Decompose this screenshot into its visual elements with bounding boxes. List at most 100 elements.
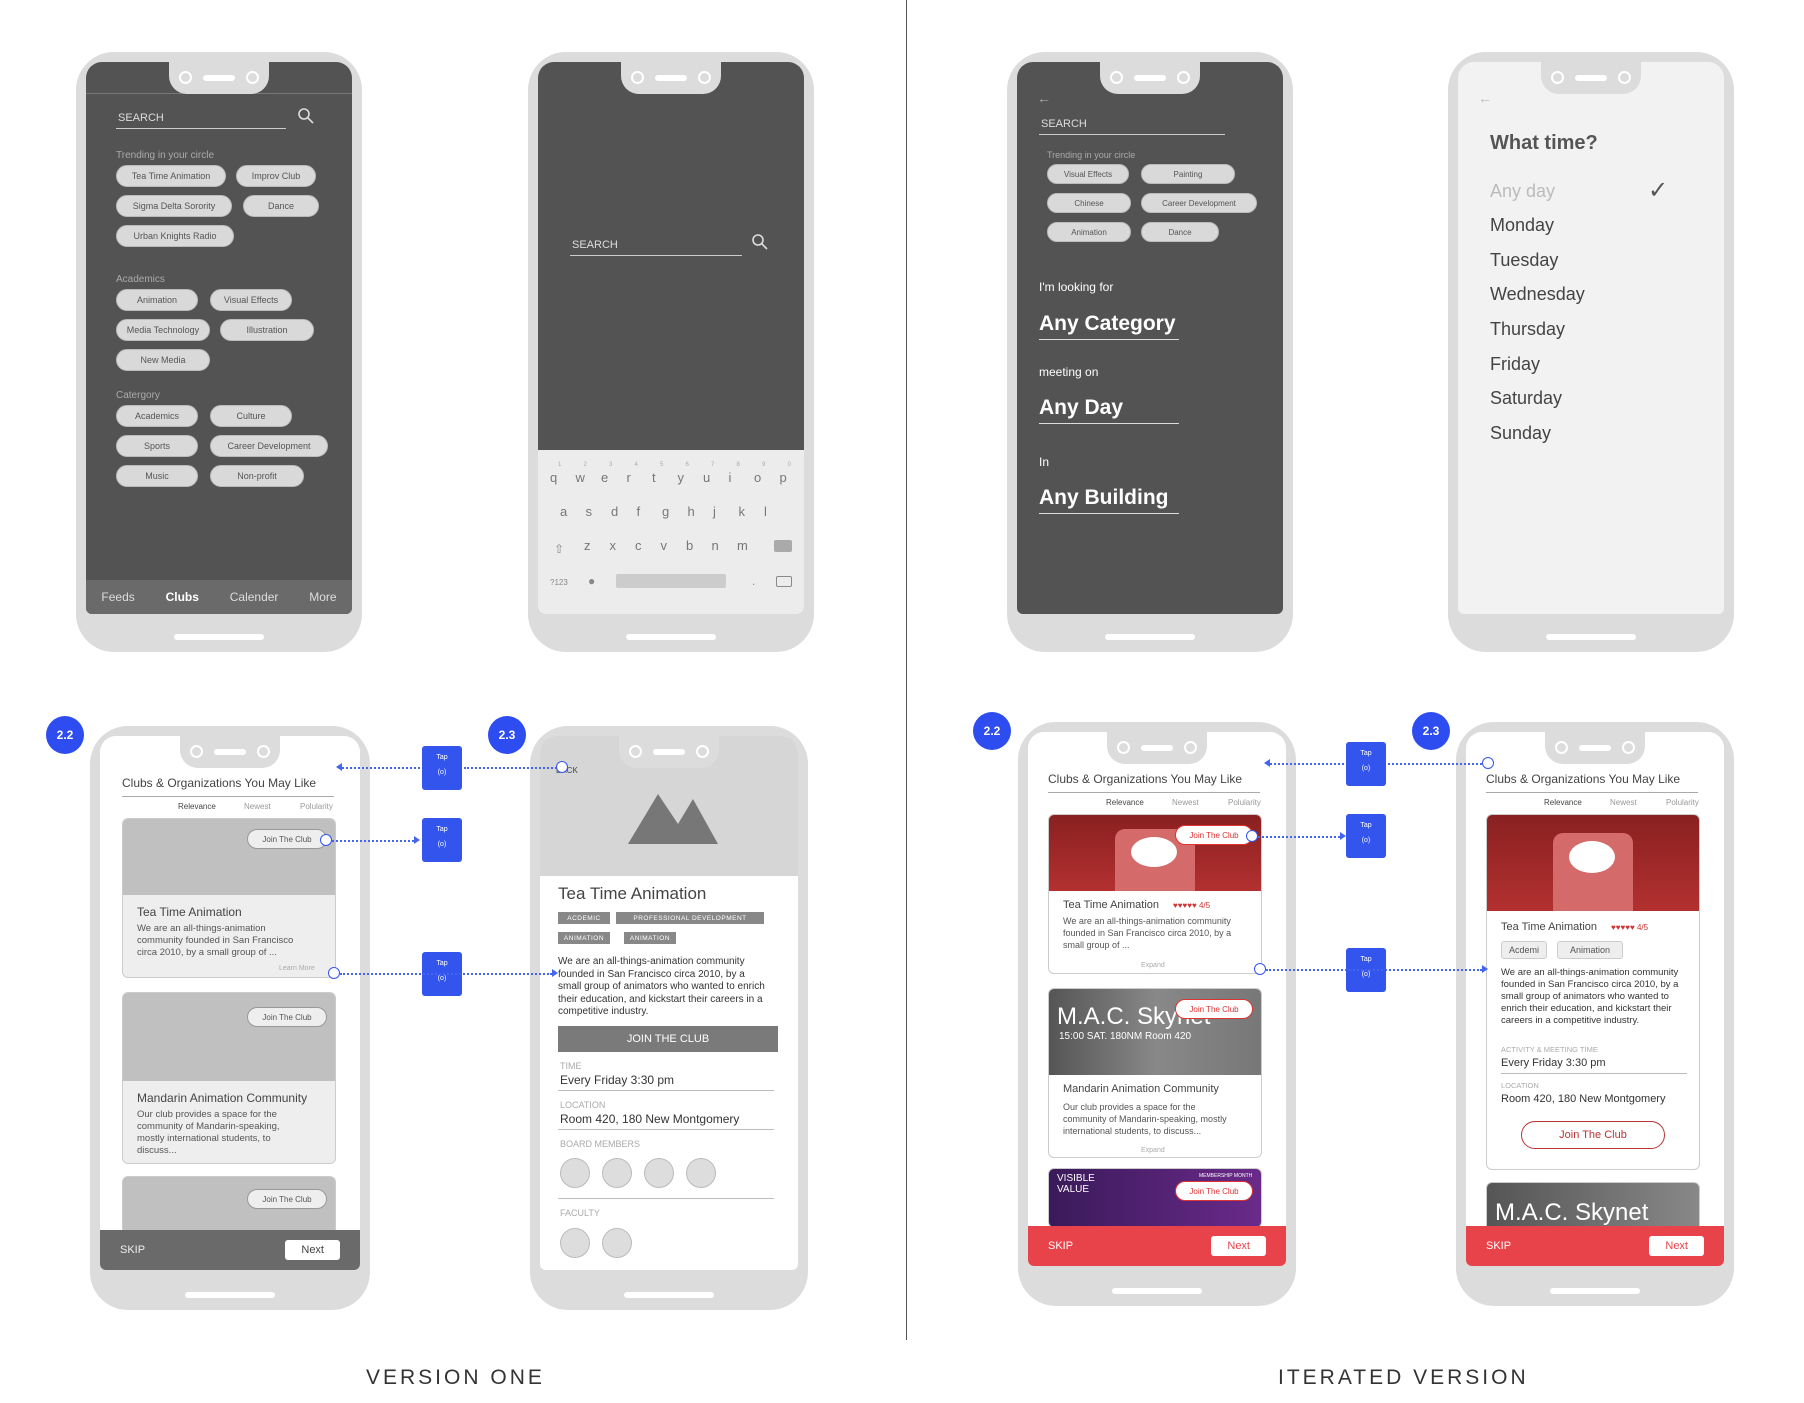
tag-pill[interactable]: Urban Knights Radio bbox=[116, 225, 234, 247]
day-option[interactable]: Saturday bbox=[1490, 388, 1562, 409]
tag-pill[interactable]: Academics bbox=[116, 405, 198, 427]
back-arrow-icon[interactable]: ← bbox=[1037, 90, 1051, 106]
tag-pill[interactable]: Animation bbox=[1047, 222, 1131, 242]
club-card[interactable]: Join The Club Mandarin Animation Communi… bbox=[122, 992, 336, 1164]
day-option[interactable]: Sunday bbox=[1490, 423, 1551, 444]
tag-pill[interactable]: Sports bbox=[116, 435, 198, 457]
tab-feeds[interactable]: Feeds bbox=[101, 590, 134, 604]
tag-pill[interactable]: Dance bbox=[243, 195, 319, 217]
expand-link[interactable]: Expand bbox=[1141, 962, 1165, 969]
skip-button[interactable]: SKIP bbox=[1048, 1240, 1073, 1252]
tag-pill[interactable]: Music bbox=[116, 465, 198, 487]
key-k[interactable]: k bbox=[739, 504, 746, 519]
tab-more[interactable]: More bbox=[309, 590, 336, 604]
key-q[interactable]: q bbox=[550, 470, 557, 485]
back-arrow-icon[interactable]: ← bbox=[1478, 90, 1492, 106]
sort-popularity[interactable]: Polularity bbox=[1666, 798, 1699, 807]
tag-pill[interactable]: Sigma Delta Sorority bbox=[116, 195, 232, 217]
club-card[interactable]: Join The Club bbox=[122, 1176, 336, 1236]
backspace-key[interactable] bbox=[774, 540, 792, 552]
tag-pill[interactable]: Media Technology bbox=[116, 319, 210, 341]
join-club-button[interactable]: Join The Club bbox=[247, 829, 327, 849]
next-button[interactable]: Next bbox=[1211, 1236, 1266, 1256]
shift-key[interactable]: ⇧ bbox=[554, 542, 564, 556]
building-select[interactable]: Any Building bbox=[1039, 486, 1179, 514]
category-select[interactable]: Any Category bbox=[1039, 312, 1179, 340]
next-button[interactable]: Next bbox=[1649, 1236, 1704, 1256]
join-club-button[interactable]: JOIN THE CLUB bbox=[558, 1026, 778, 1052]
club-card[interactable]: VISIBLE VALUE MEMBERSHIP MONTH Join The … bbox=[1048, 1168, 1262, 1228]
club-card[interactable]: Join The Club Tea Time Animation We are … bbox=[122, 818, 336, 978]
sort-popularity[interactable]: Polularity bbox=[1228, 798, 1261, 807]
day-select[interactable]: Any Day bbox=[1039, 396, 1179, 424]
key-g[interactable]: g bbox=[662, 504, 669, 519]
period-key[interactable]: . bbox=[752, 574, 755, 588]
key-i[interactable]: i bbox=[729, 470, 732, 485]
key-z[interactable]: z bbox=[584, 538, 591, 553]
join-club-button[interactable]: Join The Club bbox=[1175, 825, 1253, 845]
search-input[interactable] bbox=[116, 128, 286, 129]
day-option[interactable]: Wednesday bbox=[1490, 284, 1585, 305]
next-button[interactable]: Next bbox=[285, 1240, 340, 1260]
day-option[interactable]: Friday bbox=[1490, 354, 1540, 375]
tag-pill[interactable]: Non-profit bbox=[210, 465, 304, 487]
tag-pill[interactable]: Dance bbox=[1141, 222, 1219, 242]
key-y[interactable]: y bbox=[678, 470, 685, 485]
key-u[interactable]: u bbox=[703, 470, 710, 485]
key-j[interactable]: j bbox=[713, 504, 716, 519]
key-v[interactable]: v bbox=[661, 538, 668, 553]
join-club-button[interactable]: Join The Club bbox=[247, 1007, 327, 1027]
key-f[interactable]: f bbox=[637, 504, 641, 519]
join-club-button[interactable]: Join The Club bbox=[1521, 1121, 1665, 1149]
board-member-avatar[interactable] bbox=[686, 1158, 716, 1188]
sort-relevance[interactable]: Relevance bbox=[178, 802, 216, 811]
keyboard-icon[interactable] bbox=[776, 576, 792, 587]
tag-pill[interactable]: Career Development bbox=[1141, 193, 1257, 213]
tag-pill[interactable]: Painting bbox=[1141, 164, 1235, 184]
club-card[interactable]: M.A.C. Skynet 15:00 SAT. 180NM Room 420 … bbox=[1048, 988, 1262, 1158]
key-d[interactable]: d bbox=[611, 504, 618, 519]
day-option[interactable]: Thursday bbox=[1490, 319, 1565, 340]
tag-pill[interactable]: Chinese bbox=[1047, 193, 1131, 213]
search-input[interactable] bbox=[1039, 134, 1225, 135]
board-member-avatar[interactable] bbox=[560, 1158, 590, 1188]
mic-icon[interactable]: ● bbox=[588, 574, 595, 588]
tag-pill[interactable]: Animation bbox=[116, 289, 198, 311]
expand-link[interactable]: Expand bbox=[1141, 1147, 1165, 1154]
tag-pill[interactable]: New Media bbox=[116, 349, 210, 371]
join-club-button[interactable]: Join The Club bbox=[1175, 1181, 1253, 1201]
skip-button[interactable]: SKIP bbox=[1486, 1240, 1511, 1252]
sort-relevance[interactable]: Relevance bbox=[1544, 798, 1582, 807]
key-m[interactable]: m bbox=[737, 538, 748, 553]
search-icon[interactable] bbox=[752, 234, 768, 255]
key-x[interactable]: x bbox=[610, 538, 617, 553]
board-member-avatar[interactable] bbox=[602, 1158, 632, 1188]
day-option[interactable]: Tuesday bbox=[1490, 250, 1558, 271]
search-icon[interactable] bbox=[298, 108, 314, 129]
tab-calender[interactable]: Calender bbox=[230, 590, 279, 604]
faculty-avatar[interactable] bbox=[560, 1228, 590, 1258]
tag-pill[interactable]: Improv Club bbox=[236, 165, 316, 187]
club-card[interactable]: Join The Club Tea Time Animation ♥♥♥♥♥ 4… bbox=[1048, 814, 1262, 974]
sort-newest[interactable]: Newest bbox=[244, 802, 271, 811]
symbols-key[interactable]: ?123 bbox=[550, 578, 568, 587]
key-o[interactable]: o bbox=[754, 470, 761, 485]
learn-more-link[interactable]: Learn More bbox=[279, 965, 315, 972]
tab-clubs[interactable]: Clubs bbox=[166, 590, 199, 604]
tag-pill[interactable]: Culture bbox=[210, 405, 292, 427]
skip-button[interactable]: SKIP bbox=[120, 1244, 145, 1256]
join-club-button[interactable]: Join The Club bbox=[1175, 999, 1253, 1019]
day-option-any[interactable]: Any day bbox=[1490, 181, 1555, 202]
key-a[interactable]: a bbox=[560, 504, 567, 519]
board-member-avatar[interactable] bbox=[644, 1158, 674, 1188]
key-w[interactable]: w bbox=[576, 470, 585, 485]
spacebar[interactable] bbox=[616, 574, 726, 588]
tag-pill[interactable]: Tea Time Animation bbox=[116, 165, 226, 187]
key-h[interactable]: h bbox=[688, 504, 695, 519]
tag-pill[interactable]: Visual Effects bbox=[1047, 164, 1129, 184]
sort-newest[interactable]: Newest bbox=[1610, 798, 1637, 807]
key-e[interactable]: e bbox=[601, 470, 608, 485]
key-l[interactable]: l bbox=[764, 504, 767, 519]
key-n[interactable]: n bbox=[712, 538, 719, 553]
search-input[interactable] bbox=[570, 255, 742, 256]
